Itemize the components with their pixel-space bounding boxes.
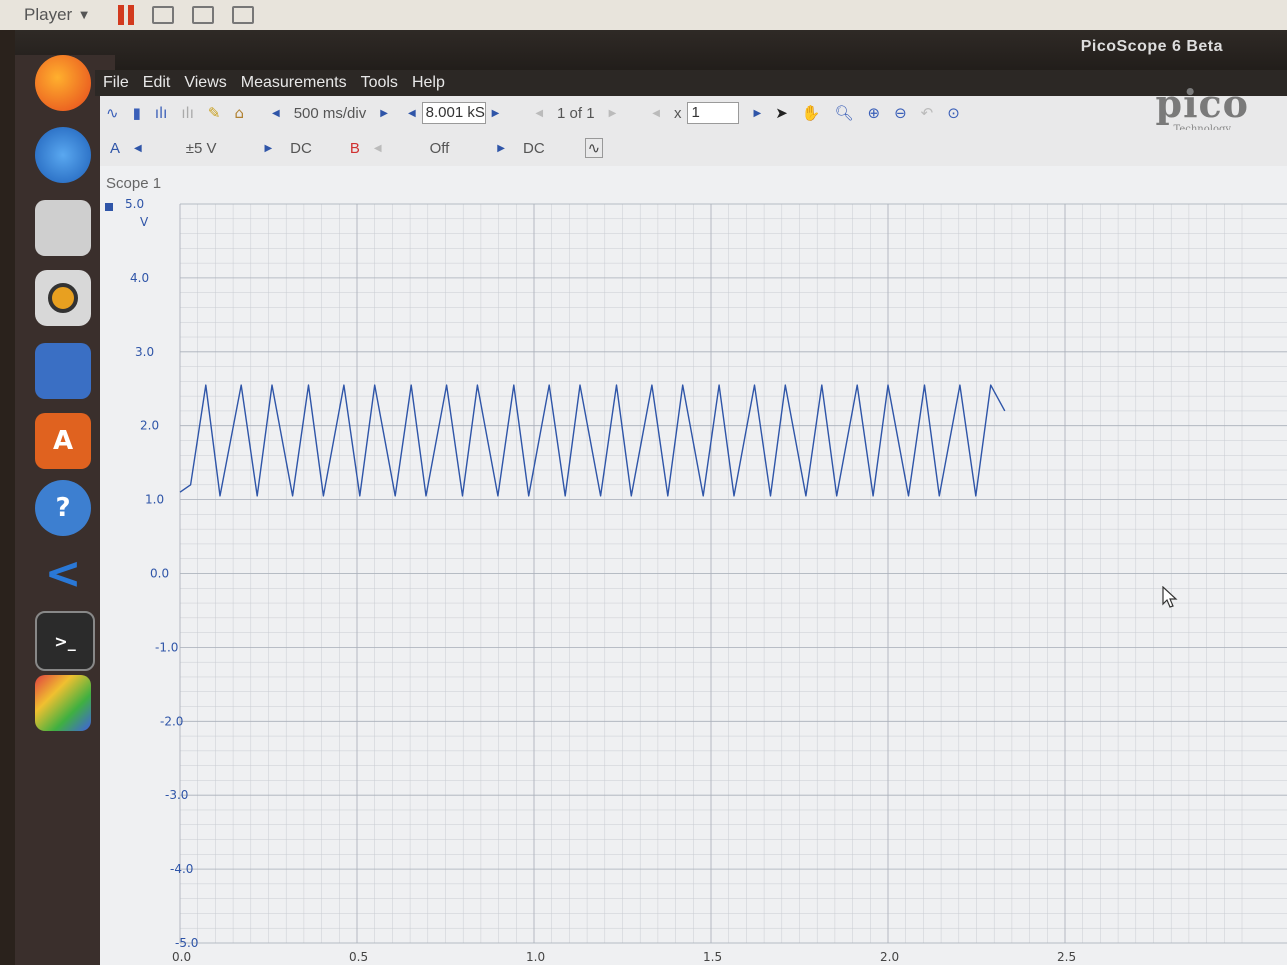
range-b-increase-arrow[interactable]: ▶ xyxy=(497,143,505,154)
waveform-chart[interactable]: 5.0 4.0 3.0 2.0 1.0 0.0 -1.0 -2.0 -3.0 -4.0 -5.0 V 0… xyxy=(100,166,1287,965)
range-b-selector[interactable]: Off xyxy=(430,140,450,157)
zoom-x-input[interactable]: 1 xyxy=(687,102,740,124)
y-tick-label: -2.0 xyxy=(160,714,183,728)
writer-icon[interactable] xyxy=(35,343,91,399)
range-a-decrease-arrow[interactable]: ◀ xyxy=(134,143,142,154)
y-tick-label: 1.0 xyxy=(145,493,164,507)
y-tick-label: -4.0 xyxy=(170,862,193,876)
channel-a-label[interactable]: A xyxy=(110,140,120,157)
pico-logo: pico Technology xyxy=(1155,81,1249,136)
undo-zoom-icon[interactable]: ↶ xyxy=(921,104,934,122)
samples-decrease-arrow[interactable]: ◀ xyxy=(408,108,416,119)
capture-prev-arrow[interactable]: ◀ xyxy=(535,108,543,119)
channel-a-marker xyxy=(105,203,113,211)
y-tick-label: -5.0 xyxy=(175,936,198,950)
spectrum-mode-icon[interactable]: ılı xyxy=(155,104,168,122)
y-unit-label: V xyxy=(140,215,149,229)
zoom-increase-arrow[interactable]: ▶ xyxy=(753,108,761,119)
zoom-decrease-arrow[interactable]: ◀ xyxy=(652,108,660,119)
zoom-to-fit-icon[interactable]: ⊙ xyxy=(947,104,960,122)
home-icon[interactable]: ⌂ xyxy=(234,104,244,122)
range-b-decrease-arrow[interactable]: ◀ xyxy=(374,143,382,154)
menu-help[interactable]: Help xyxy=(412,74,445,92)
range-a-increase-arrow[interactable]: ▶ xyxy=(264,143,272,154)
coupling-a-selector[interactable]: DC xyxy=(290,140,312,157)
menu-measurements[interactable]: Measurements xyxy=(241,74,347,92)
channel-b-label[interactable]: B xyxy=(350,140,360,157)
terminal-icon[interactable]: >_ xyxy=(35,611,95,671)
persistence-mode-icon[interactable]: ▮ xyxy=(133,104,141,122)
timebase-increase-arrow[interactable]: ▶ xyxy=(380,108,388,119)
y-tick-label: 5.0 xyxy=(125,197,144,211)
x-tick-label: 1.0 xyxy=(526,950,545,964)
timebase-selector[interactable]: 500 ms/div xyxy=(294,105,367,122)
channel-options-icon[interactable]: ∿ xyxy=(584,138,604,158)
zoom-x-label: x xyxy=(673,104,682,122)
samples-increase-arrow[interactable]: ▶ xyxy=(492,108,500,119)
channel-toolbar: A ◀ ±5 V ▶ DC B ◀ Off ▶ DC ∿ xyxy=(100,130,1287,166)
help-icon[interactable]: ? xyxy=(35,480,91,536)
probe-icon[interactable]: ✎ xyxy=(208,104,221,122)
scope-view[interactable]: Scope 1 5.0 4.0 3.0 2.0 1.0 0.0 -1.0 -2.0 -3.0 -4… xyxy=(100,166,1287,965)
x-tick-label: 0.5 xyxy=(349,950,368,964)
y-tick-label: 4.0 xyxy=(130,271,149,285)
app-menubar: File Edit Views Measurements Tools Help xyxy=(95,70,1287,96)
y-tick-label: -3.0 xyxy=(165,788,188,802)
menu-file[interactable]: File xyxy=(103,74,129,92)
chevron-down-icon[interactable]: ▼ xyxy=(80,10,88,21)
zoom-tool-icon[interactable]: 🔍︎ xyxy=(834,104,853,122)
unity-icon[interactable] xyxy=(231,6,254,24)
picoscope-icon[interactable] xyxy=(35,675,91,731)
zoom-out-icon[interactable]: ⊖ xyxy=(894,104,907,122)
y-tick-label: 3.0 xyxy=(135,345,154,359)
x-tick-label: 1.5 xyxy=(703,950,722,964)
capture-toolbar: ∿ ▮ ılı ılı ✎ ⌂ ◀ 500 ms/div ▶ ◀ 8.001 k… xyxy=(100,96,1287,130)
x-tick-label: 2.5 xyxy=(1057,950,1076,964)
range-a-selector[interactable]: ±5 V xyxy=(186,140,217,157)
send-keys-icon[interactable] xyxy=(151,6,174,24)
serial-decode-icon[interactable]: ılı xyxy=(181,104,194,122)
scope-mode-icon[interactable]: ∿ xyxy=(106,104,119,122)
capture-next-arrow[interactable]: ▶ xyxy=(609,108,617,119)
player-menu-label[interactable]: Player xyxy=(24,5,72,25)
x-tick-label: 0.0 xyxy=(172,950,191,964)
y-tick-label: 2.0 xyxy=(140,419,159,433)
software-center-icon[interactable]: A xyxy=(35,413,91,469)
timebase-decrease-arrow[interactable]: ◀ xyxy=(272,108,280,119)
menu-edit[interactable]: Edit xyxy=(143,74,171,92)
rhythmbox-icon[interactable] xyxy=(35,270,91,326)
vscode-icon[interactable]: < xyxy=(35,545,91,601)
y-tick-label: 0.0 xyxy=(150,567,169,581)
vm-player-bar: Player ▼ xyxy=(0,0,1287,30)
x-tick-label: 2.0 xyxy=(880,950,899,964)
mouse-cursor-icon xyxy=(1162,586,1178,608)
thunderbird-icon[interactable] xyxy=(35,127,91,183)
capture-index: 1 of 1 xyxy=(557,104,595,122)
menu-tools[interactable]: Tools xyxy=(361,74,398,92)
window-title: PicoScope 6 Beta xyxy=(1080,38,1223,55)
pointer-tool-icon[interactable]: ➤ xyxy=(775,104,788,122)
hand-tool-icon[interactable]: ✋ xyxy=(802,104,821,122)
pause-icon[interactable] xyxy=(117,5,134,25)
coupling-b-selector[interactable]: DC xyxy=(523,140,545,157)
samples-input[interactable]: 8.001 kS xyxy=(421,102,486,124)
y-tick-label: -1.0 xyxy=(155,640,178,654)
files-icon[interactable] xyxy=(35,200,91,256)
fit-window-icon[interactable] xyxy=(191,6,214,24)
zoom-in-icon[interactable]: ⊕ xyxy=(868,104,881,122)
firefox-icon[interactable] xyxy=(35,55,91,111)
menu-views[interactable]: Views xyxy=(184,74,226,92)
